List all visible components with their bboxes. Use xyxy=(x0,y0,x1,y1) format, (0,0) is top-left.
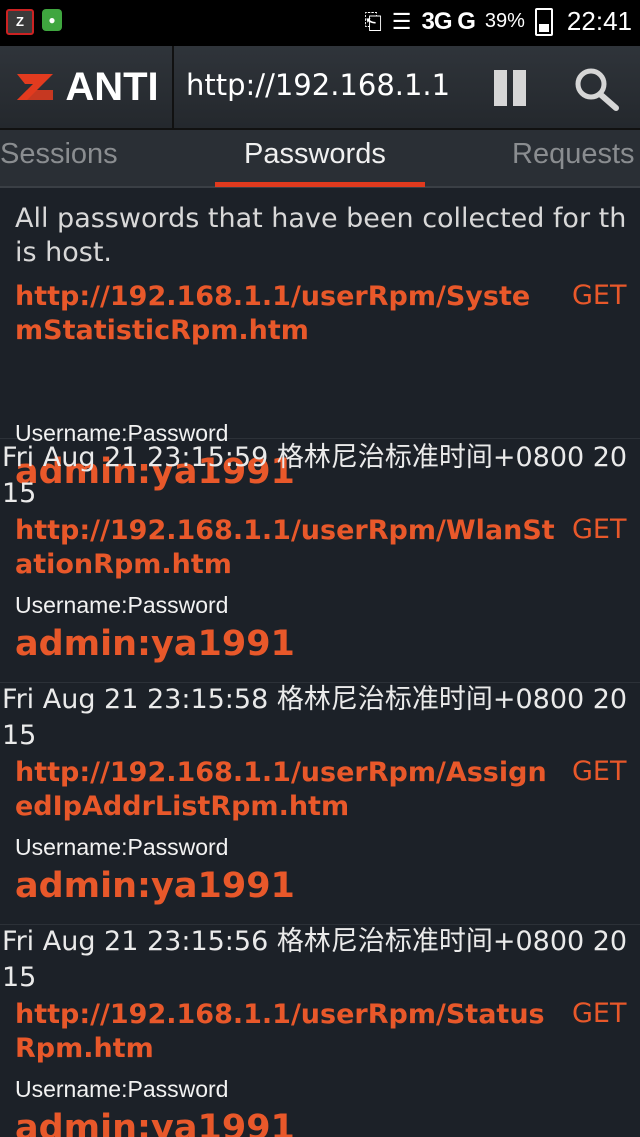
tab-sessions[interactable]: Sessions xyxy=(0,138,118,171)
zanti-notification-icon: Z xyxy=(6,9,34,35)
battery-percent: 39% xyxy=(484,10,525,32)
credential-value: admin:ya1991 xyxy=(15,1108,295,1137)
list-item[interactable]: Fri Aug 21 23:15:58 格林尼治标准时间+0800 2015 h… xyxy=(0,682,640,925)
search-button[interactable] xyxy=(572,66,620,112)
shield-notification-icon: ● xyxy=(42,9,62,31)
zanti-logo-icon xyxy=(17,74,54,100)
target-url[interactable]: http://192.168.1.1 xyxy=(186,68,476,102)
action-bar: ANTI http://192.168.1.1 xyxy=(0,46,640,130)
list-item[interactable]: http://192.168.1.1/userRpm/SystemStatist… xyxy=(0,260,640,492)
credential-label: Username:Password xyxy=(15,834,229,860)
tab-requests[interactable]: Requests xyxy=(512,138,635,171)
list-item[interactable]: Fri Aug 21 23:15:59 格林尼治标准时间+0800 2015 h… xyxy=(0,440,640,683)
request-method: GET xyxy=(572,756,627,787)
password-list[interactable]: All passwords that have been collected f… xyxy=(0,188,640,1137)
list-item[interactable]: Fri Aug 21 23:15:56 格林尼治标准时间+0800 2015 h… xyxy=(0,924,640,1137)
request-url[interactable]: http://192.168.1.1/userRpm/AssignedIpAdd… xyxy=(15,756,555,824)
pause-icon xyxy=(494,70,507,106)
request-method: GET xyxy=(572,998,627,1029)
request-method: GET xyxy=(572,514,627,545)
timestamp: Fri Aug 21 23:15:59 格林尼治标准时间+0800 2015 xyxy=(2,442,628,509)
status-bar: Z ● ⎗ ☰ 3G G 39% 22:41 xyxy=(0,0,640,46)
vibrate-icon: ⎗ xyxy=(364,8,382,34)
battery-icon xyxy=(534,7,553,36)
timestamp: Fri Aug 21 23:15:58 格林尼治标准时间+0800 2015 xyxy=(2,684,628,751)
tab-bar: Sessions Passwords Requests xyxy=(0,130,640,188)
app-logo[interactable]: ANTI xyxy=(0,46,174,128)
credential-value: admin:ya1991 xyxy=(15,866,295,906)
credential-label: Username:Password xyxy=(15,1076,229,1102)
pause-button[interactable] xyxy=(492,70,532,106)
request-url[interactable]: http://192.168.1.1/userRpm/SystemStatist… xyxy=(15,280,555,348)
credential-value: admin:ya1991 xyxy=(15,624,295,664)
tab-passwords[interactable]: Passwords xyxy=(244,138,386,171)
wifi-icon: ☰ xyxy=(391,8,412,34)
logo-text: ANTI xyxy=(65,64,159,109)
request-url[interactable]: http://192.168.1.1/userRpm/StatusRpm.htm xyxy=(15,998,555,1066)
clock: 22:41 xyxy=(566,6,632,36)
network-type: 3G G xyxy=(421,7,476,35)
active-tab-indicator xyxy=(215,182,425,187)
timestamp: Fri Aug 21 23:15:56 格林尼治标准时间+0800 2015 xyxy=(2,926,628,993)
credential-label: Username:Password xyxy=(15,592,229,618)
request-method: GET xyxy=(572,280,627,311)
request-url[interactable]: http://192.168.1.1/userRpm/WlanStationRp… xyxy=(15,514,555,582)
